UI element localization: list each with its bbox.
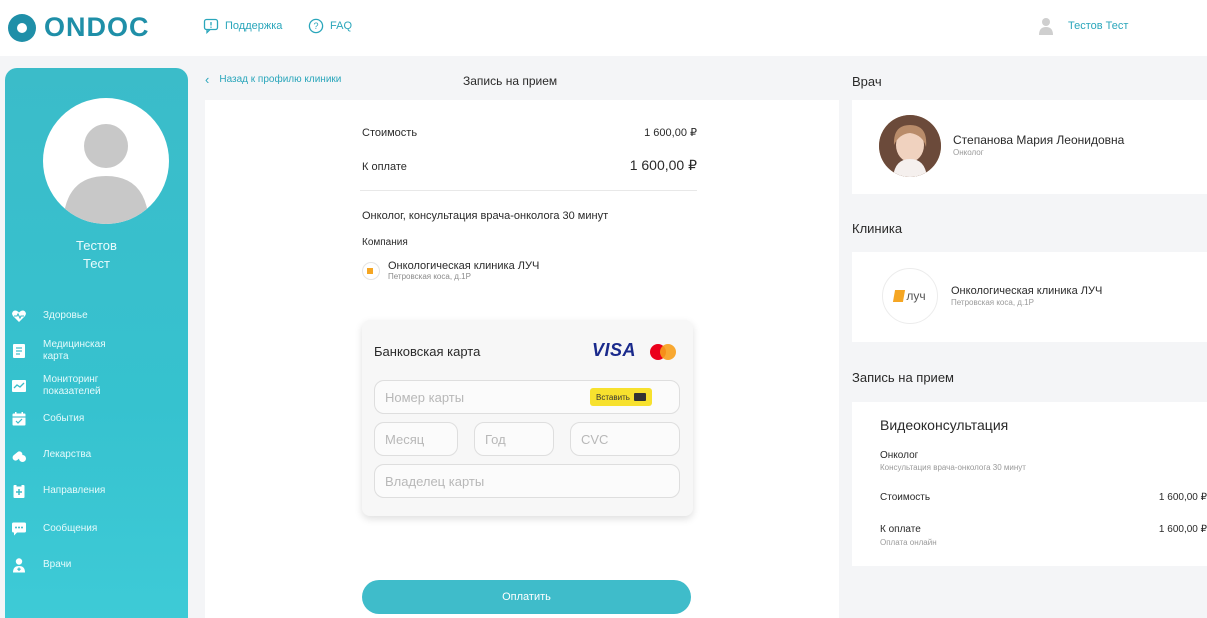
- card-icon: [633, 393, 646, 401]
- appointment-cost-row: Стоимость 1 600,00 ₽: [880, 492, 1207, 503]
- doctor-name: Степанова Мария Леонидовна: [953, 133, 1125, 147]
- top-header: ONDOC Поддержка ? FAQ Тестов Тест: [0, 0, 1207, 56]
- question-icon: ?: [308, 18, 324, 34]
- appointment-cost-label: Стоимость: [880, 492, 931, 503]
- company-label: Компания: [362, 237, 408, 248]
- sidebar-item-monitoring[interactable]: Мониторинг показателей: [11, 374, 187, 398]
- divider: [360, 190, 697, 191]
- faq-link[interactable]: ? FAQ: [308, 18, 352, 34]
- month-input[interactable]: [374, 422, 458, 456]
- heart-icon: [12, 310, 26, 322]
- sidebar-item-medicines[interactable]: Лекарства: [11, 447, 187, 463]
- clinic-card[interactable]: луч Онкологическая клиника ЛУЧ Петровска…: [852, 252, 1207, 342]
- clinic-section-title: Клиника: [852, 221, 903, 236]
- paste-label: Вставить: [596, 392, 630, 402]
- calendar-icon: [12, 412, 26, 426]
- sidebar-item-medical-card[interactable]: Медицинская карта: [11, 339, 187, 363]
- sidebar-item-label: Направления: [43, 485, 106, 496]
- sidebar-item-label: Медицинская карта: [43, 339, 106, 362]
- sidebar-item-messages[interactable]: Сообщения: [11, 521, 187, 537]
- appointment-pay-label: К оплате: [880, 524, 921, 535]
- back-label: Назад к профилю клиники: [219, 74, 342, 85]
- visa-logo: VISA: [592, 340, 637, 360]
- monitoring-icon: [12, 380, 26, 392]
- pills-icon: [12, 451, 26, 462]
- logo-text: ONDOC: [44, 12, 150, 42]
- chat-icon: [12, 522, 26, 536]
- pay-value: 1 600,00 ₽: [629, 157, 697, 173]
- appointment-specialty: Онколог: [880, 450, 919, 461]
- cost-row: Стоимость 1 600,00 ₽: [362, 126, 697, 139]
- pay-button[interactable]: Оплатить: [362, 580, 691, 614]
- sidebar-item-label: Сообщения: [43, 523, 98, 534]
- profile-avatar[interactable]: [43, 98, 169, 224]
- company-address: Петровская коса, д.1Р: [388, 272, 471, 281]
- paste-card-button[interactable]: Вставить: [590, 388, 652, 406]
- sidebar-item-referrals[interactable]: Направления: [11, 483, 187, 499]
- sidebar-item-label: Врачи: [43, 559, 72, 570]
- logo-mark-icon: [8, 13, 36, 42]
- avatar-silhouette-icon: [63, 124, 149, 224]
- chat-bubble-icon: [203, 18, 219, 34]
- user-avatar-icon: [1039, 18, 1053, 35]
- doctor-specialty: Онколог: [953, 148, 984, 157]
- medical-card-icon: [13, 344, 25, 358]
- cost-value: 1 600,00 ₽: [644, 127, 697, 139]
- appointment-service: Консультация врача-онколога 30 минут: [880, 463, 1026, 472]
- appointment-card: Видеоконсультация Онколог Консультация в…: [852, 402, 1207, 566]
- company-info: Онкологическая клиника ЛУЧ Петровская ко…: [362, 260, 539, 282]
- bank-card-title: Банковская карта: [374, 344, 481, 359]
- sidebar: Тестов Тест Здоровье Медицинская карта М…: [5, 68, 188, 618]
- svg-text:?: ?: [313, 21, 318, 31]
- sidebar-user-first: Тестов: [76, 238, 117, 253]
- ondoc-logo[interactable]: ONDOC: [8, 12, 150, 43]
- appointment-section-title: Запись на прием: [852, 370, 954, 385]
- card-owner-input[interactable]: [374, 464, 680, 498]
- user-menu[interactable]: Тестов Тест: [1038, 16, 1128, 36]
- year-input[interactable]: [474, 422, 554, 456]
- sidebar-item-health[interactable]: Здоровье: [11, 308, 187, 324]
- doctor-photo: [879, 115, 941, 177]
- bank-card-form: Банковская карта VISA Вставить: [362, 320, 693, 516]
- clinic-logo-text: луч: [906, 289, 926, 303]
- faq-label: FAQ: [330, 20, 353, 32]
- support-label: Поддержка: [225, 20, 283, 32]
- clipboard-icon: [13, 484, 25, 498]
- clinic-logo-mark: [893, 290, 906, 302]
- company-name: Онкологическая клиника ЛУЧ: [388, 260, 540, 272]
- cvc-input[interactable]: [570, 422, 680, 456]
- appointment-type: Видеоконсультация: [880, 417, 1009, 433]
- user-name: Тестов Тест: [1068, 20, 1129, 32]
- sidebar-item-label: Здоровье: [43, 310, 88, 321]
- sidebar-item-label: Лекарства: [43, 449, 92, 460]
- clinic-logo: луч: [882, 268, 938, 324]
- support-link[interactable]: Поддержка: [203, 18, 282, 34]
- service-description: Онколог, консультация врача-онколога 30 …: [362, 210, 609, 222]
- doctor-portrait-icon: [879, 115, 941, 177]
- mastercard-icon: [650, 344, 678, 360]
- appointment-pay-note: Оплата онлайн: [880, 538, 937, 547]
- sidebar-item-label: Мониторинг показателей: [43, 374, 101, 397]
- clinic-name: Онкологическая клиника ЛУЧ: [951, 285, 1103, 297]
- appointment-pay-row: К оплате 1 600,00 ₽: [880, 524, 1207, 535]
- doctor-card[interactable]: Степанова Мария Леонидовна Онколог: [852, 100, 1207, 194]
- sidebar-item-events[interactable]: События: [11, 411, 187, 427]
- sidebar-item-doctors[interactable]: Врачи: [11, 557, 187, 573]
- pay-label: К оплате: [362, 161, 407, 173]
- doctor-icon: [13, 558, 25, 573]
- clinic-logo-icon: [362, 262, 380, 280]
- sidebar-item-label: События: [43, 413, 85, 424]
- doctor-section-title: Врач: [852, 74, 882, 89]
- clinic-address: Петровская коса, д.1Р: [951, 298, 1034, 307]
- sidebar-user-last: Тест: [83, 256, 110, 271]
- cost-label: Стоимость: [362, 127, 418, 139]
- pay-row: К оплате 1 600,00 ₽: [362, 157, 697, 174]
- back-to-clinic-link[interactable]: ‹ Назад к профилю клиники: [205, 72, 341, 87]
- appointment-pay-value: 1 600,00 ₽: [1158, 524, 1207, 535]
- appointment-cost-value: 1 600,00 ₽: [1158, 492, 1207, 503]
- page-title: Запись на прием: [463, 74, 558, 88]
- chevron-left-icon: ‹: [205, 72, 210, 87]
